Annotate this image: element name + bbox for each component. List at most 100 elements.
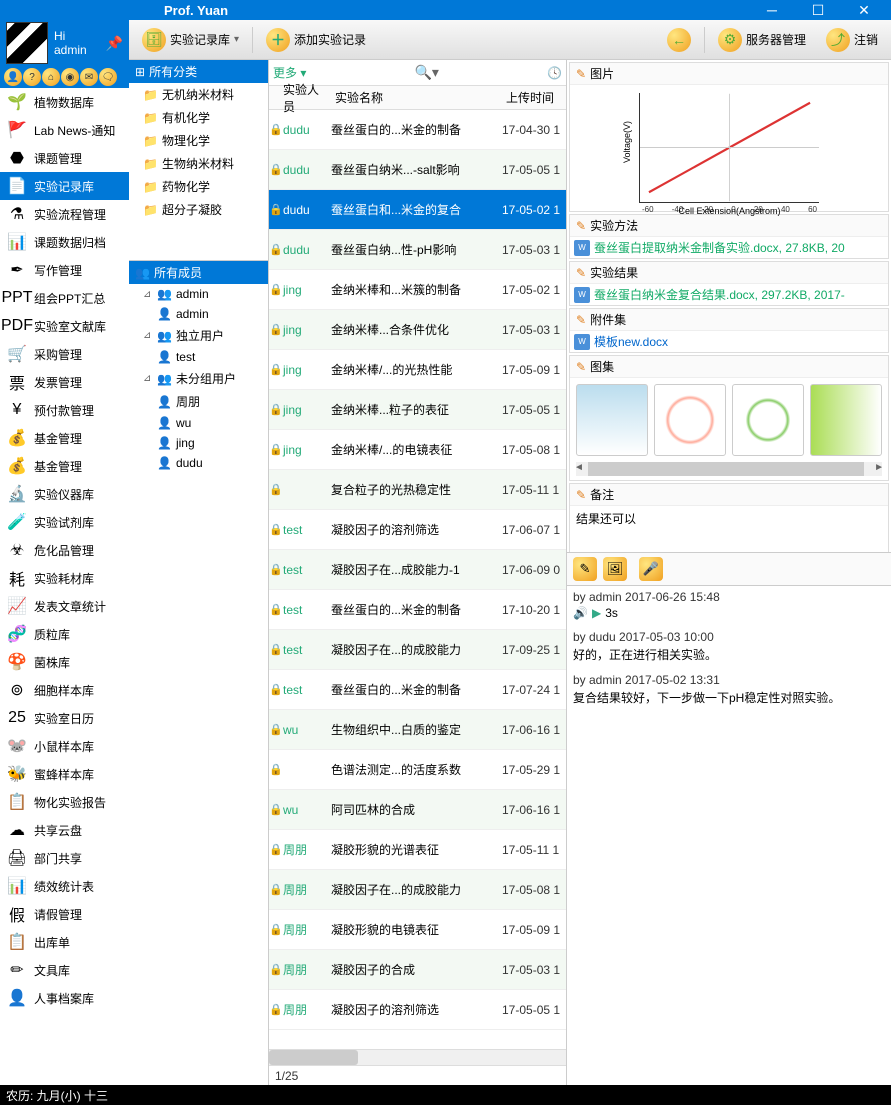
member-group[interactable]: ⊿👥独立用户 [129, 324, 268, 347]
nav-item[interactable]: 25实验室日历 [0, 704, 129, 732]
table-row[interactable]: 🔒wu生物组织中...白质的鉴定17-06-16 1 [269, 710, 566, 750]
table-row[interactable]: 🔒dudu蚕丝蛋白纳米...-salt影响17-05-05 1 [269, 150, 566, 190]
nav-item[interactable]: 🐝蜜蜂样本库 [0, 760, 129, 788]
table-row[interactable]: 🔒周朋凝胶形貌的电镜表征17-05-09 1 [269, 910, 566, 950]
pencil-icon[interactable]: ✎ [576, 488, 586, 502]
nav-item[interactable]: 📊绩效统计表 [0, 872, 129, 900]
nav-item[interactable]: 🍄菌株库 [0, 648, 129, 676]
category-item[interactable]: 📁物理化学 [129, 129, 268, 152]
member-item[interactable]: 👤test [129, 347, 268, 367]
member-item[interactable]: 👤周朋 [129, 390, 268, 413]
back-button[interactable]: ← [660, 25, 698, 55]
maximize-button[interactable]: ☐ [795, 0, 841, 20]
pencil-icon[interactable]: ✎ [576, 360, 586, 374]
category-item[interactable]: 📁生物纳米材料 [129, 152, 268, 175]
member-item[interactable]: 👤dudu [129, 453, 268, 473]
nav-item[interactable]: 💰基金管理 [0, 452, 129, 480]
close-button[interactable]: ✕ [841, 0, 887, 20]
more-link[interactable]: 更多 ▾ [273, 64, 306, 81]
table-row[interactable]: 🔒jing金纳米棒...合条件优化17-05-03 1 [269, 310, 566, 350]
table-row[interactable]: 🔒test蚕丝蛋白的...米金的制备17-07-24 1 [269, 670, 566, 710]
library-button[interactable]: 🗄 实验记录库 ▾ [135, 25, 246, 55]
table-row[interactable]: 🔒周朋凝胶形貌的光谱表征17-05-11 1 [269, 830, 566, 870]
nav-item[interactable]: 💰基金管理 [0, 424, 129, 452]
table-row[interactable]: 🔒test凝胶因子在...成胶能力-117-06-09 0 [269, 550, 566, 590]
table-row[interactable]: 🔒jing金纳米棒...粒子的表征17-05-05 1 [269, 390, 566, 430]
nav-item[interactable]: 🧪实验试剂库 [0, 508, 129, 536]
nav-item[interactable]: 📋出库单 [0, 928, 129, 956]
table-row[interactable]: 🔒jing金纳米棒/...的光热性能17-05-09 1 [269, 350, 566, 390]
table-row[interactable]: 🔒jing金纳米棒/...的电镜表征17-05-08 1 [269, 430, 566, 470]
category-item[interactable]: 📁无机纳米材料 [129, 83, 268, 106]
home-icon[interactable]: ⌂ [42, 68, 60, 86]
audio-message[interactable]: 🔊▶3s [573, 604, 885, 622]
table-row[interactable]: 🔒dudu蚕丝蛋白的...米金的制备17-04-30 1 [269, 110, 566, 150]
member-item[interactable]: 👤jing [129, 433, 268, 453]
help-icon[interactable]: ? [23, 68, 41, 86]
result-file[interactable]: W蚕丝蛋白纳米金复合结果.docx, 297.2KB, 2017- [570, 284, 888, 305]
table-row[interactable]: 🔒周朋凝胶因子的合成17-05-03 1 [269, 950, 566, 990]
member-group[interactable]: ⊿👥admin [129, 284, 268, 304]
nav-item[interactable]: ✒写作管理 [0, 256, 129, 284]
col-name[interactable]: 实验名称 [331, 89, 502, 106]
mail-icon[interactable]: ✉ [80, 68, 98, 86]
nav-item[interactable]: 假请假管理 [0, 900, 129, 928]
nav-item[interactable]: 🐭小鼠样本库 [0, 732, 129, 760]
member-group[interactable]: ⊿👥未分组用户 [129, 367, 268, 390]
nav-item[interactable]: 🚩Lab News-通知 [0, 116, 129, 144]
table-row[interactable]: 🔒dudu蚕丝蛋白纳...性-pH影响17-05-03 1 [269, 230, 566, 270]
nav-item[interactable]: ⊚细胞样本库 [0, 676, 129, 704]
avatar[interactable] [6, 22, 48, 64]
nav-item[interactable]: PPT组会PPT汇总 [0, 284, 129, 312]
gallery-thumb[interactable] [732, 384, 804, 456]
pencil-icon[interactable]: ✎ [576, 313, 586, 327]
logout-button[interactable]: ⤴ 注销 [819, 25, 885, 55]
nav-item[interactable]: 📊课题数据归档 [0, 228, 129, 256]
nav-item[interactable]: ✏文具库 [0, 956, 129, 984]
table-row[interactable]: 🔒test凝胶因子在...的成胶能力17-09-25 1 [269, 630, 566, 670]
horizontal-scrollbar[interactable] [269, 1049, 566, 1065]
nav-item[interactable]: 📈发表文章统计 [0, 592, 129, 620]
table-row[interactable]: 🔒wu阿司匹林的合成17-06-16 1 [269, 790, 566, 830]
nav-item[interactable]: 🛒采购管理 [0, 340, 129, 368]
col-time[interactable]: 上传时间 [502, 89, 566, 106]
gallery-scrollbar[interactable]: ◄► [576, 462, 882, 476]
nav-item[interactable]: ¥预付款管理 [0, 396, 129, 424]
member-item[interactable]: 👤wu [129, 413, 268, 433]
add-record-button[interactable]: ＋ 添加实验记录 [259, 25, 373, 55]
table-row[interactable]: 🔒色谱法测定...的活度系数17-05-29 1 [269, 750, 566, 790]
table-row[interactable]: 🔒test凝胶因子的溶剂筛选17-06-07 1 [269, 510, 566, 550]
table-row[interactable]: 🔒周朋凝胶因子在...的成胶能力17-05-08 1 [269, 870, 566, 910]
nav-item[interactable]: ⚗实验流程管理 [0, 200, 129, 228]
search-icon[interactable]: 🔍▾ [414, 64, 438, 81]
pencil-icon[interactable]: ✎ [576, 219, 586, 233]
nav-item[interactable]: 🧬质粒库 [0, 620, 129, 648]
nav-item[interactable]: 🌱植物数据库 [0, 88, 129, 116]
nav-item[interactable]: ⬣课题管理 [0, 144, 129, 172]
nav-item[interactable]: ☁共享云盘 [0, 816, 129, 844]
pencil-icon[interactable]: ✎ [576, 67, 586, 81]
image-icon[interactable]: 🖼 [603, 557, 627, 581]
category-item[interactable]: 📁药物化学 [129, 175, 268, 198]
nav-item[interactable]: 📄实验记录库 [0, 172, 129, 200]
gallery-thumb[interactable] [576, 384, 648, 456]
category-item[interactable]: 📁有机化学 [129, 106, 268, 129]
compose-icon[interactable]: ✎ [573, 557, 597, 581]
minimize-button[interactable]: ─ [749, 0, 795, 20]
table-row[interactable]: 🔒周朋凝胶因子的溶剂筛选17-05-05 1 [269, 990, 566, 1030]
method-file[interactable]: W蚕丝蛋白提取纳米金制备实验.docx, 27.8KB, 20 [570, 237, 888, 258]
nav-item[interactable]: 📋物化实验报告 [0, 788, 129, 816]
clock-icon[interactable]: 🕓 [547, 66, 562, 80]
nav-item[interactable]: PDF实验室文献库 [0, 312, 129, 340]
microphone-icon[interactable]: 🎤 [639, 557, 663, 581]
member-item[interactable]: 👤admin [129, 304, 268, 324]
nav-item[interactable]: 🔬实验仪器库 [0, 480, 129, 508]
table-row[interactable]: 🔒复合粒子的光热稳定性17-05-11 1 [269, 470, 566, 510]
nav-item[interactable]: 🖨部门共享 [0, 844, 129, 872]
table-row[interactable]: 🔒jing金纳米棒和...米簇的制备17-05-02 1 [269, 270, 566, 310]
table-row[interactable]: 🔒dudu蚕丝蛋白和...米金的复合17-05-02 1 [269, 190, 566, 230]
gallery-thumb[interactable] [654, 384, 726, 456]
nav-item[interactable]: ☣危化品管理 [0, 536, 129, 564]
nav-item[interactable]: 👤人事档案库 [0, 984, 129, 1012]
globe-icon[interactable]: ◉ [61, 68, 79, 86]
